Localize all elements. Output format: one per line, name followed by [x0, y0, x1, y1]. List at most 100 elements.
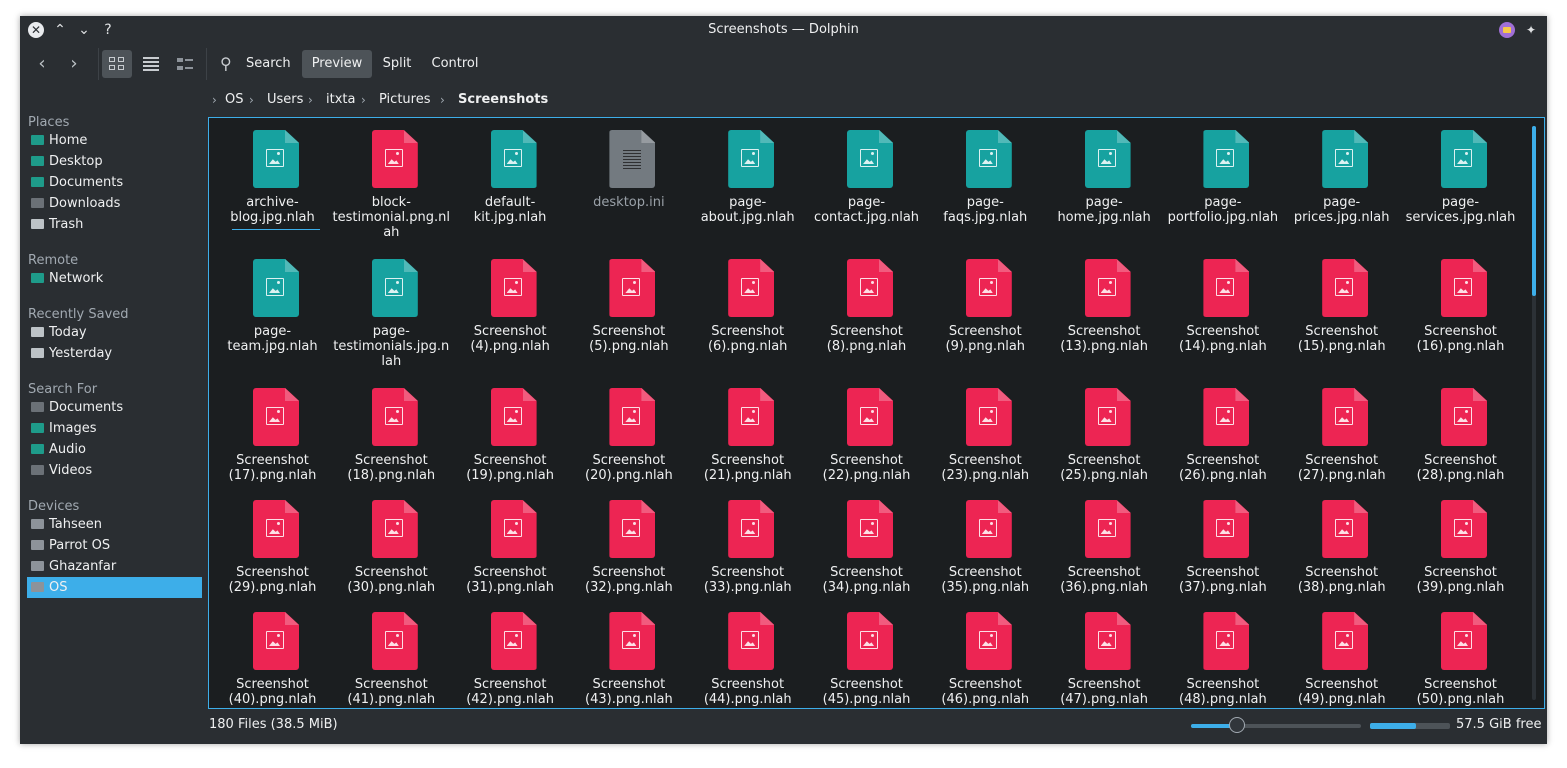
sidebar-item-desktop[interactable]: Desktop — [27, 151, 202, 172]
breadcrumb-item[interactable]: OS — [225, 90, 243, 110]
breadcrumb-item[interactable]: itxta — [326, 90, 355, 110]
sidebar-item-tahseen[interactable]: Tahseen — [27, 514, 202, 535]
file-item[interactable]: Screenshot (18).png.nlah — [332, 376, 451, 501]
sidebar-item-network[interactable]: Network — [27, 268, 202, 289]
sidebar-item-today[interactable]: Today — [27, 322, 202, 343]
file-item[interactable]: Screenshot (23).png.nlah — [926, 376, 1045, 501]
file-item[interactable]: Screenshot (48).png.nlah — [1163, 600, 1282, 708]
icons-view-button[interactable] — [102, 50, 132, 78]
file-item[interactable]: default-kit.jpg.nlah — [451, 118, 570, 243]
videos-icon — [31, 465, 44, 475]
sidebar-item-ghazanfar[interactable]: Ghazanfar — [27, 556, 202, 577]
file-item[interactable]: Screenshot (29).png.nlah — [213, 488, 332, 613]
sidebar-item-parrot-os[interactable]: Parrot OS — [27, 535, 202, 556]
file-item[interactable]: Screenshot (13).png.nlah — [1045, 247, 1164, 372]
dolphin-window: ✕ ⌃ ⌄ ? Screenshots — Dolphin ✦ ‹ › ⚲ Se… — [20, 16, 1547, 744]
search-button[interactable]: ⚲ Search — [214, 50, 296, 78]
sidebar-item-videos[interactable]: Videos — [27, 460, 202, 481]
file-item[interactable]: Screenshot (14).png.nlah — [1163, 247, 1282, 372]
file-item[interactable]: Screenshot (33).png.nlah — [688, 488, 807, 613]
file-item[interactable]: Screenshot (41).png.nlah — [332, 600, 451, 708]
zoom-slider[interactable] — [1191, 724, 1361, 728]
file-item[interactable]: Screenshot (20).png.nlah — [569, 376, 688, 501]
sidebar-item-documents[interactable]: Documents — [27, 397, 202, 418]
file-item[interactable]: page-prices.jpg.nlah — [1282, 118, 1401, 243]
file-item[interactable]: Screenshot (5).png.nlah — [569, 247, 688, 372]
image-file-icon — [1441, 612, 1487, 670]
forward-button[interactable]: › — [60, 50, 88, 78]
sidebar-item-images[interactable]: Images — [27, 418, 202, 439]
pin-icon[interactable]: ✦ — [1523, 22, 1539, 38]
file-item[interactable]: Screenshot (30).png.nlah — [332, 488, 451, 613]
file-item[interactable]: Screenshot (38).png.nlah — [1282, 488, 1401, 613]
image-file-icon — [490, 612, 537, 670]
file-item[interactable]: page-about.jpg.nlah — [688, 118, 807, 243]
app-menu-icon[interactable] — [1499, 22, 1515, 38]
zoom-slider-handle[interactable] — [1229, 717, 1245, 733]
file-item[interactable]: Screenshot (42).png.nlah — [451, 600, 570, 708]
file-item[interactable]: Screenshot (45).png.nlah — [807, 600, 926, 708]
breadcrumb-chevron-icon[interactable]: › — [212, 90, 217, 110]
sidebar-item-trash[interactable]: Trash — [27, 214, 202, 235]
details-view-button[interactable] — [170, 50, 200, 78]
file-item[interactable]: Screenshot (39).png.nlah — [1401, 488, 1520, 613]
file-name: Screenshot (36).png.nlah — [1060, 565, 1148, 595]
file-item[interactable]: Screenshot (50).png.nlah — [1401, 600, 1520, 708]
file-view[interactable]: archive-blog.jpg.nlah block-testimonial.p… — [208, 117, 1545, 709]
file-item[interactable]: block-testimonial.png.nlah — [332, 118, 451, 243]
compact-view-button[interactable] — [136, 50, 166, 78]
file-item[interactable]: page-faqs.jpg.nlah — [926, 118, 1045, 243]
sidebar-item-yesterday[interactable]: Yesterday — [27, 343, 202, 364]
file-item[interactable]: Screenshot (19).png.nlah — [451, 376, 570, 501]
scrollbar-thumb[interactable] — [1532, 126, 1536, 296]
file-item[interactable]: Screenshot (26).png.nlah — [1163, 376, 1282, 501]
sidebar-item-audio[interactable]: Audio — [27, 439, 202, 460]
breadcrumb-item[interactable]: Pictures — [379, 90, 430, 110]
file-item[interactable]: page-services.jpg.nlah — [1401, 118, 1520, 243]
file-item[interactable]: Screenshot (15).png.nlah — [1282, 247, 1401, 372]
file-item[interactable]: Screenshot (16).png.nlah — [1401, 247, 1520, 372]
sidebar-item-home[interactable]: Home — [27, 130, 202, 151]
file-item[interactable]: Screenshot (22).png.nlah — [807, 376, 926, 501]
sidebar-item-documents[interactable]: Documents — [27, 172, 202, 193]
file-item[interactable]: Screenshot (27).png.nlah — [1282, 376, 1401, 501]
file-item[interactable]: page-team.jpg.nlah — [213, 247, 332, 372]
file-item[interactable]: Screenshot (49).png.nlah — [1282, 600, 1401, 708]
control-menu-button[interactable]: Control — [426, 50, 484, 78]
file-item[interactable]: Screenshot (9).png.nlah — [926, 247, 1045, 372]
file-item[interactable]: Screenshot (43).png.nlah — [569, 600, 688, 708]
file-item[interactable]: page-contact.jpg.nlah — [807, 118, 926, 243]
sidebar-item-label: Downloads — [49, 196, 121, 211]
file-item[interactable]: Screenshot (35).png.nlah — [926, 488, 1045, 613]
file-item[interactable]: Screenshot (47).png.nlah — [1045, 600, 1164, 708]
image-file-icon — [728, 130, 775, 188]
split-button[interactable]: Split — [376, 50, 418, 78]
preview-button[interactable]: Preview — [302, 50, 372, 78]
file-item[interactable]: Screenshot (31).png.nlah — [451, 488, 570, 613]
file-item[interactable]: Screenshot (21).png.nlah — [688, 376, 807, 501]
file-item[interactable]: page-portfolio.jpg.nlah — [1163, 118, 1282, 243]
file-item[interactable]: Screenshot (17).png.nlah — [213, 376, 332, 501]
file-item[interactable]: Screenshot (34).png.nlah — [807, 488, 926, 613]
file-item[interactable]: Screenshot (28).png.nlah — [1401, 376, 1520, 501]
file-item[interactable]: page-home.jpg.nlah — [1045, 118, 1164, 243]
file-item[interactable]: Screenshot (8).png.nlah — [807, 247, 926, 372]
file-item[interactable]: archive-blog.jpg.nlah — [213, 118, 332, 243]
file-item[interactable]: Screenshot (46).png.nlah — [926, 600, 1045, 708]
file-item[interactable]: Screenshot (37).png.nlah — [1163, 488, 1282, 613]
file-item[interactable]: Screenshot (4).png.nlah — [451, 247, 570, 372]
back-button[interactable]: ‹ — [28, 50, 56, 78]
file-item[interactable]: desktop.ini — [569, 118, 688, 243]
file-item[interactable]: Screenshot (6).png.nlah — [688, 247, 807, 372]
sidebar-item-downloads[interactable]: Downloads — [27, 193, 202, 214]
sidebar-item-os[interactable]: OS — [27, 577, 202, 598]
vertical-scrollbar[interactable] — [1532, 126, 1536, 700]
file-item[interactable]: Screenshot (32).png.nlah — [569, 488, 688, 613]
file-item[interactable]: Screenshot (25).png.nlah — [1045, 376, 1164, 501]
file-item[interactable]: Screenshot (36).png.nlah — [1045, 488, 1164, 613]
file-item[interactable]: Screenshot (40).png.nlah — [213, 600, 332, 708]
breadcrumb-item[interactable]: Users — [267, 90, 303, 110]
file-item[interactable]: page-testimonials.jpg.nlah — [332, 247, 451, 372]
breadcrumb-item[interactable]: Screenshots — [458, 90, 548, 110]
file-item[interactable]: Screenshot (44).png.nlah — [688, 600, 807, 708]
